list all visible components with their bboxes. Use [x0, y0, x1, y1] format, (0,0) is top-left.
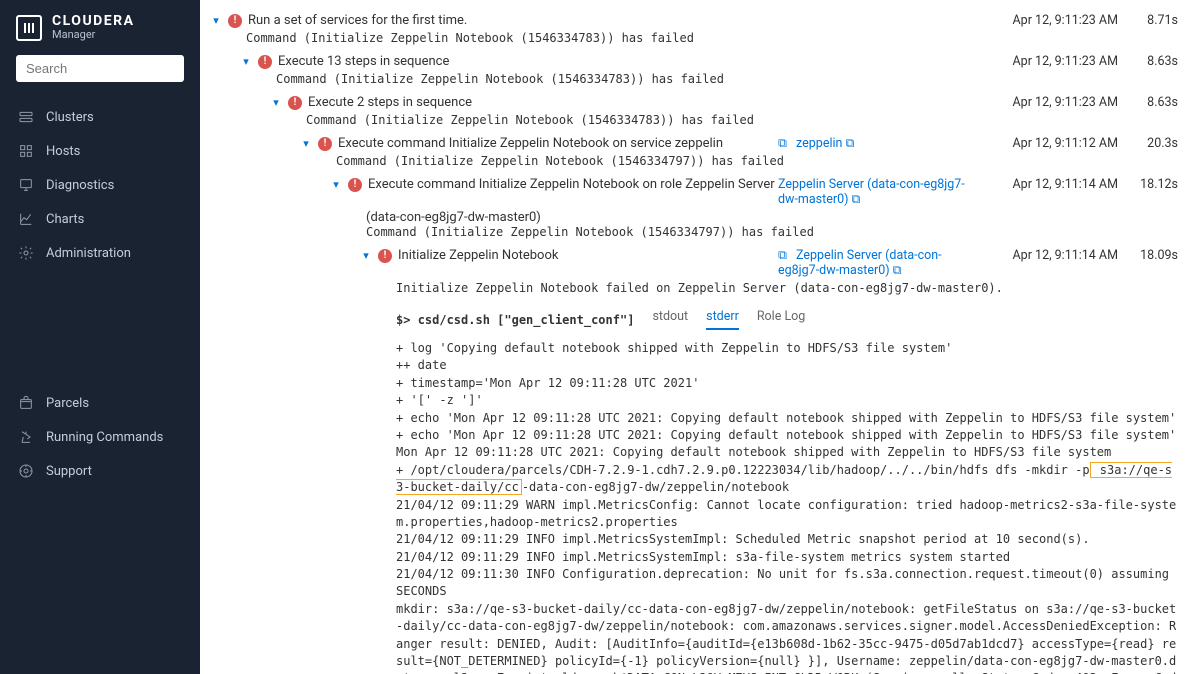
timestamp: Apr 12, 9:11:23 AM — [978, 95, 1118, 110]
nav-label: Running Commands — [46, 430, 163, 445]
step-title: Execute 13 steps in sequence — [278, 54, 449, 69]
nav-label: Parcels — [46, 396, 89, 411]
prompt: $> — [396, 313, 410, 327]
role-link[interactable]: Zeppelin Server (data-con-eg8jg7-dw-mast… — [778, 177, 965, 207]
timestamp: Apr 12, 9:11:23 AM — [978, 13, 1118, 28]
toggle-icon[interactable]: ▾ — [330, 178, 342, 191]
error-icon: ! — [318, 137, 332, 151]
duration: 8.63s — [1118, 95, 1178, 110]
link-cell: Zeppelin Server (data-con-eg8jg7-dw-mast… — [778, 177, 978, 207]
role-link[interactable]: Zeppelin Server (data-con-eg8jg7-dw-mast… — [778, 248, 942, 278]
nav-parcels[interactable]: Parcels — [0, 386, 200, 420]
nav-main: Clusters Hosts Diagnostics Charts Admini… — [0, 96, 200, 382]
error-icon: ! — [378, 249, 392, 263]
step-title: Execute command Initialize Zeppelin Note… — [338, 136, 723, 151]
running-icon — [18, 429, 34, 445]
external-link-icon: ⧉ — [845, 136, 854, 151]
nav-bottom: Parcels Running Commands Support — [0, 382, 200, 674]
nav-label: Charts — [46, 212, 84, 227]
main-content: ▾ ! Run a set of services for the first … — [200, 0, 1196, 674]
clusters-icon — [18, 109, 34, 125]
toggle-icon[interactable]: ▾ — [270, 96, 282, 109]
duration: 8.71s — [1118, 13, 1178, 28]
error-icon: ! — [288, 96, 302, 110]
brand-name: CLOUDERA — [52, 14, 135, 29]
log-pre: + log 'Copying default notebook shipped … — [396, 341, 1176, 477]
nav-administration[interactable]: Administration — [0, 236, 200, 270]
tab-rolelog[interactable]: Role Log — [757, 309, 805, 330]
nav-label: Administration — [46, 246, 131, 261]
step-title: Execute 2 steps in sequence — [308, 95, 472, 110]
toggle-icon[interactable]: ▾ — [360, 249, 372, 262]
toggle-icon[interactable]: ▾ — [300, 137, 312, 150]
cmd-result: Command (Initialize Zeppelin Notebook (1… — [210, 72, 1178, 86]
toggle-icon[interactable]: ▾ — [240, 55, 252, 68]
external-link-icon: ⧉ — [893, 263, 902, 278]
nav-label: Clusters — [46, 110, 94, 125]
cmd-result: Command (Initialize Zeppelin Notebook (1… — [210, 113, 1178, 127]
toggle-icon[interactable]: ▾ — [210, 14, 222, 27]
cmd-result: Command (Initialize Zeppelin Notebook (1… — [210, 31, 1178, 45]
step-title: Run a set of services for the first time… — [248, 13, 467, 28]
cmd-result: Command (Initialize Zeppelin Notebook (1… — [210, 154, 1178, 168]
external-link-icon: ⧉ — [851, 192, 860, 207]
nav-hosts[interactable]: Hosts — [0, 134, 200, 168]
log-command: $> csd/csd.sh ["gen_client_conf"] — [396, 313, 634, 327]
log-header: $> csd/csd.sh ["gen_client_conf"] stdout… — [210, 309, 1178, 330]
tab-stderr[interactable]: stderr — [706, 309, 739, 330]
logo[interactable]: CLOUDERA Manager — [0, 0, 200, 55]
diagnostics-icon — [18, 177, 34, 193]
log-command-text: csd/csd.sh ["gen_client_conf"] — [418, 313, 635, 327]
link-cell: ⧉ Zeppelin Server (data-con-eg8jg7-dw-ma… — [778, 248, 978, 278]
hosts-icon — [18, 143, 34, 159]
nav-label: Hosts — [46, 144, 80, 159]
support-icon — [18, 463, 34, 479]
step-subtitle: (data-con-eg8jg7-dw-master0) — [210, 210, 1178, 225]
cmd-result: Command (Initialize Zeppelin Notebook (1… — [210, 225, 1178, 239]
external-link-icon[interactable]: ⧉ — [778, 136, 787, 151]
timestamp: Apr 12, 9:11:23 AM — [978, 54, 1118, 69]
nav-diagnostics[interactable]: Diagnostics — [0, 168, 200, 202]
log-post: -data-con-eg8jg7-dw/zeppelin/notebook 21… — [396, 480, 1176, 674]
nav-clusters[interactable]: Clusters — [0, 100, 200, 134]
external-link-icon[interactable]: ⧉ — [778, 248, 787, 263]
step-title: Execute command Initialize Zeppelin Note… — [368, 177, 775, 192]
log-output: + log 'Copying default notebook shipped … — [210, 340, 1178, 674]
command-tree: ▾ ! Run a set of services for the first … — [210, 10, 1178, 674]
duration: 8.63s — [1118, 54, 1178, 69]
sidebar: CLOUDERA Manager Clusters Hosts Diagnost… — [0, 0, 200, 674]
service-link[interactable]: zeppelin — [796, 136, 842, 151]
logo-icon — [16, 15, 42, 41]
search-input[interactable] — [16, 55, 184, 82]
duration: 18.12s — [1118, 177, 1178, 192]
timestamp: Apr 12, 9:11:14 AM — [978, 248, 1118, 263]
gear-icon — [18, 245, 34, 261]
duration: 20.3s — [1118, 136, 1178, 151]
nav-support[interactable]: Support — [0, 454, 200, 488]
error-icon: ! — [258, 55, 272, 69]
log-tabs: stdout stderr Role Log — [652, 309, 805, 330]
timestamp: Apr 12, 9:11:12 AM — [978, 136, 1118, 151]
nav-running-commands[interactable]: Running Commands — [0, 420, 200, 454]
error-icon: ! — [228, 14, 242, 28]
error-icon: ! — [348, 178, 362, 192]
duration: 18.09s — [1118, 248, 1178, 263]
charts-icon — [18, 211, 34, 227]
timestamp: Apr 12, 9:11:14 AM — [978, 177, 1118, 192]
brand-product: Manager — [52, 29, 135, 41]
nav-label: Diagnostics — [46, 178, 114, 193]
cmd-result: Initialize Zeppelin Notebook failed on Z… — [210, 281, 1178, 295]
tab-stdout[interactable]: stdout — [652, 309, 688, 330]
step-title: Initialize Zeppelin Notebook — [398, 248, 558, 263]
link-cell: ⧉ zeppelin⧉ — [778, 136, 978, 151]
nav-label: Support — [46, 464, 92, 479]
parcels-icon — [18, 395, 34, 411]
nav-charts[interactable]: Charts — [0, 202, 200, 236]
